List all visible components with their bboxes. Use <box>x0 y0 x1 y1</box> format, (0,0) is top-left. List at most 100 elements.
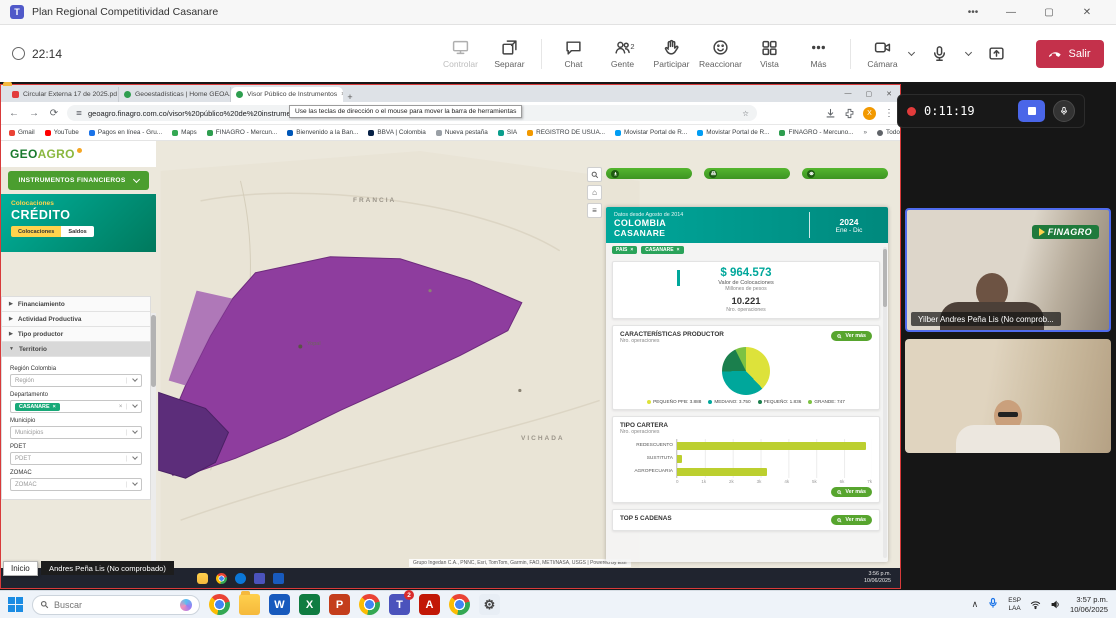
maximize-button[interactable]: ▢ <box>1030 0 1068 25</box>
casanare-filter-tag[interactable]: CASANARE× <box>641 246 683 254</box>
filter-actividad-productiva[interactable]: ▶Actividad Productiva <box>2 312 150 327</box>
bookmark-registro[interactable]: REGISTRO DE USUA... <box>527 129 605 136</box>
explorer-icon[interactable] <box>197 573 208 584</box>
bar-agropecuaria[interactable] <box>677 468 767 476</box>
vista-button[interactable]: Vista <box>746 30 793 78</box>
casanare-tag[interactable]: CASANARE× <box>15 403 60 411</box>
controlar-button[interactable]: Controlar <box>437 30 484 78</box>
bookmark-sia[interactable]: SIA <box>498 129 517 136</box>
filter-territorio[interactable]: ▼Territorio <box>2 342 150 357</box>
browser-menu-icon[interactable]: ⋮ <box>884 108 894 119</box>
scrollbar-thumb[interactable] <box>151 315 156 387</box>
search-input[interactable] <box>54 600 164 610</box>
salir-button[interactable]: Salir <box>1036 40 1104 68</box>
bookmark-star-icon[interactable]: ☆ <box>742 109 749 118</box>
taskbar-word-icon[interactable]: W <box>269 594 290 615</box>
region-select[interactable]: Región | <box>10 374 142 387</box>
municipio-select[interactable]: Municipios | <box>10 426 142 439</box>
instrumentos-financieros-button[interactable]: INSTRUMENTOS FINANCIEROS <box>8 171 149 190</box>
download-icon[interactable] <box>825 108 836 119</box>
more-options-icon[interactable]: ••• <box>954 0 992 25</box>
bookmark-maps[interactable]: Maps <box>172 129 197 136</box>
reaccionar-button[interactable]: Reaccionar <box>697 30 744 78</box>
stats-scrollbar[interactable] <box>883 247 887 558</box>
export-button[interactable] <box>606 168 692 179</box>
chrome-icon[interactable] <box>216 573 227 584</box>
tab-saldos[interactable]: Saldos <box>61 226 93 237</box>
stop-recording-button[interactable] <box>1018 100 1045 122</box>
bookmark-movistar-1[interactable]: Movistar Portal de R... <box>615 129 687 136</box>
taskbar-chrome2-icon[interactable] <box>449 594 470 615</box>
camera-dropdown-icon[interactable] <box>908 48 915 55</box>
word-icon[interactable] <box>273 573 284 584</box>
pais-tag[interactable]: PAIS× <box>612 246 637 254</box>
bookmark-finagro-2[interactable]: FINAGRO - Mercuno... <box>779 129 853 136</box>
bookmark-gmail[interactable]: Gmail <box>9 129 35 136</box>
taskbar-chrome-icon[interactable] <box>209 594 230 615</box>
bar-redescuento[interactable] <box>677 442 866 450</box>
browser-tab-2[interactable]: Geoestadísticas | Home GEOA... <box>119 87 231 102</box>
filter-financiamiento[interactable]: ▶Financiamiento <box>2 297 150 312</box>
edge-icon[interactable] <box>235 573 246 584</box>
bookmark-pagos[interactable]: Pagos en línea - Gru... <box>89 129 162 136</box>
teams-icon[interactable] <box>254 573 265 584</box>
new-tab-button[interactable]: + <box>343 92 357 102</box>
filter-tipo-productor[interactable]: ▶Tipo productor <box>2 327 150 342</box>
share-screen-button[interactable] <box>973 30 1020 78</box>
cartera-ver-mas-button[interactable]: Ver más <box>831 487 872 497</box>
pdet-select[interactable]: PDET | <box>10 452 142 465</box>
minimize-button[interactable]: — <box>992 0 1030 25</box>
browser-tab-1[interactable]: Circular Externa 17 de 2025.pd <box>7 87 119 102</box>
bookmark-youtube[interactable]: YouTube <box>45 129 79 136</box>
mas-button[interactable]: Más <box>795 30 842 78</box>
video-tile-participant-2[interactable] <box>905 339 1111 453</box>
browser-close[interactable]: ✕ <box>886 90 892 98</box>
browser-tab-3-active[interactable]: Visor Público de Instrumentos × <box>231 87 343 102</box>
taskbar-acrobat-icon[interactable]: A <box>419 594 440 615</box>
wifi-icon[interactable] <box>1030 599 1041 610</box>
reload-icon[interactable]: ⟳ <box>47 108 61 119</box>
browser-minimize[interactable]: — <box>845 90 852 98</box>
map-home-button[interactable]: ⌂ <box>587 185 602 200</box>
video-tile-yilber[interactable]: FINAGRO Yilber Andres Peña Lis (No compr… <box>905 208 1111 332</box>
browser-maximize[interactable]: ▢ <box>866 90 873 98</box>
cadenas-ver-mas-button[interactable]: Ver más <box>831 515 872 525</box>
forward-icon[interactable]: → <box>27 108 41 119</box>
remove-tag-icon[interactable]: × <box>630 247 633 253</box>
sidebar-scrollbar[interactable] <box>151 313 156 568</box>
taskbar-clock[interactable]: 3:57 p.m. 10/06/2025 <box>1070 595 1108 615</box>
profile-avatar[interactable]: X <box>863 107 876 120</box>
tab-colocaciones[interactable]: Colocaciones <box>11 226 61 237</box>
map-search-button[interactable] <box>587 167 602 182</box>
gente-button[interactable]: 2 Gente <box>599 30 646 78</box>
bookmark-movistar-2[interactable]: Movistar Portal de R... <box>697 129 769 136</box>
recording-mic-button[interactable] <box>1053 100 1075 122</box>
mic-in-use-icon[interactable] <box>987 596 999 614</box>
bookmarks-overflow-icon[interactable]: » <box>863 129 867 136</box>
scrollbar-thumb[interactable] <box>883 249 887 307</box>
visibility-button[interactable] <box>802 168 888 179</box>
print-button[interactable] <box>704 168 790 179</box>
taskbar-settings-icon[interactable]: ⚙ <box>479 594 500 615</box>
taskbar-browser-icon[interactable] <box>359 594 380 615</box>
remove-tag-icon[interactable]: × <box>53 404 56 410</box>
all-bookmarks[interactable]: Todos los marcadores <box>877 129 900 136</box>
bookmark-nueva-pestana[interactable]: Nueva pestaña <box>436 129 488 136</box>
taskbar-explorer-icon[interactable] <box>239 594 260 615</box>
zomac-select[interactable]: ZOMAC | <box>10 478 142 491</box>
departamento-select[interactable]: CASANARE× × | <box>10 400 142 413</box>
clear-icon[interactable]: × <box>119 404 123 410</box>
taskbar-excel-icon[interactable]: X <box>299 594 320 615</box>
bookmark-finagro[interactable]: FINAGRO - Mercun... <box>207 129 277 136</box>
taskbar-search[interactable] <box>32 595 200 615</box>
tray-expand-icon[interactable]: ∧ <box>972 599 979 610</box>
chat-button[interactable]: Chat <box>550 30 597 78</box>
mic-dropdown-icon[interactable] <box>965 48 972 55</box>
bar-sustituta[interactable] <box>677 455 682 463</box>
taskbar-powerpoint-icon[interactable]: P <box>329 594 350 615</box>
taskbar-teams-icon[interactable]: T 2 <box>389 594 410 615</box>
copilot-icon[interactable] <box>180 599 192 611</box>
producer-pie[interactable] <box>722 347 770 395</box>
close-button[interactable]: ✕ <box>1068 0 1106 25</box>
extensions-icon[interactable] <box>844 108 855 119</box>
